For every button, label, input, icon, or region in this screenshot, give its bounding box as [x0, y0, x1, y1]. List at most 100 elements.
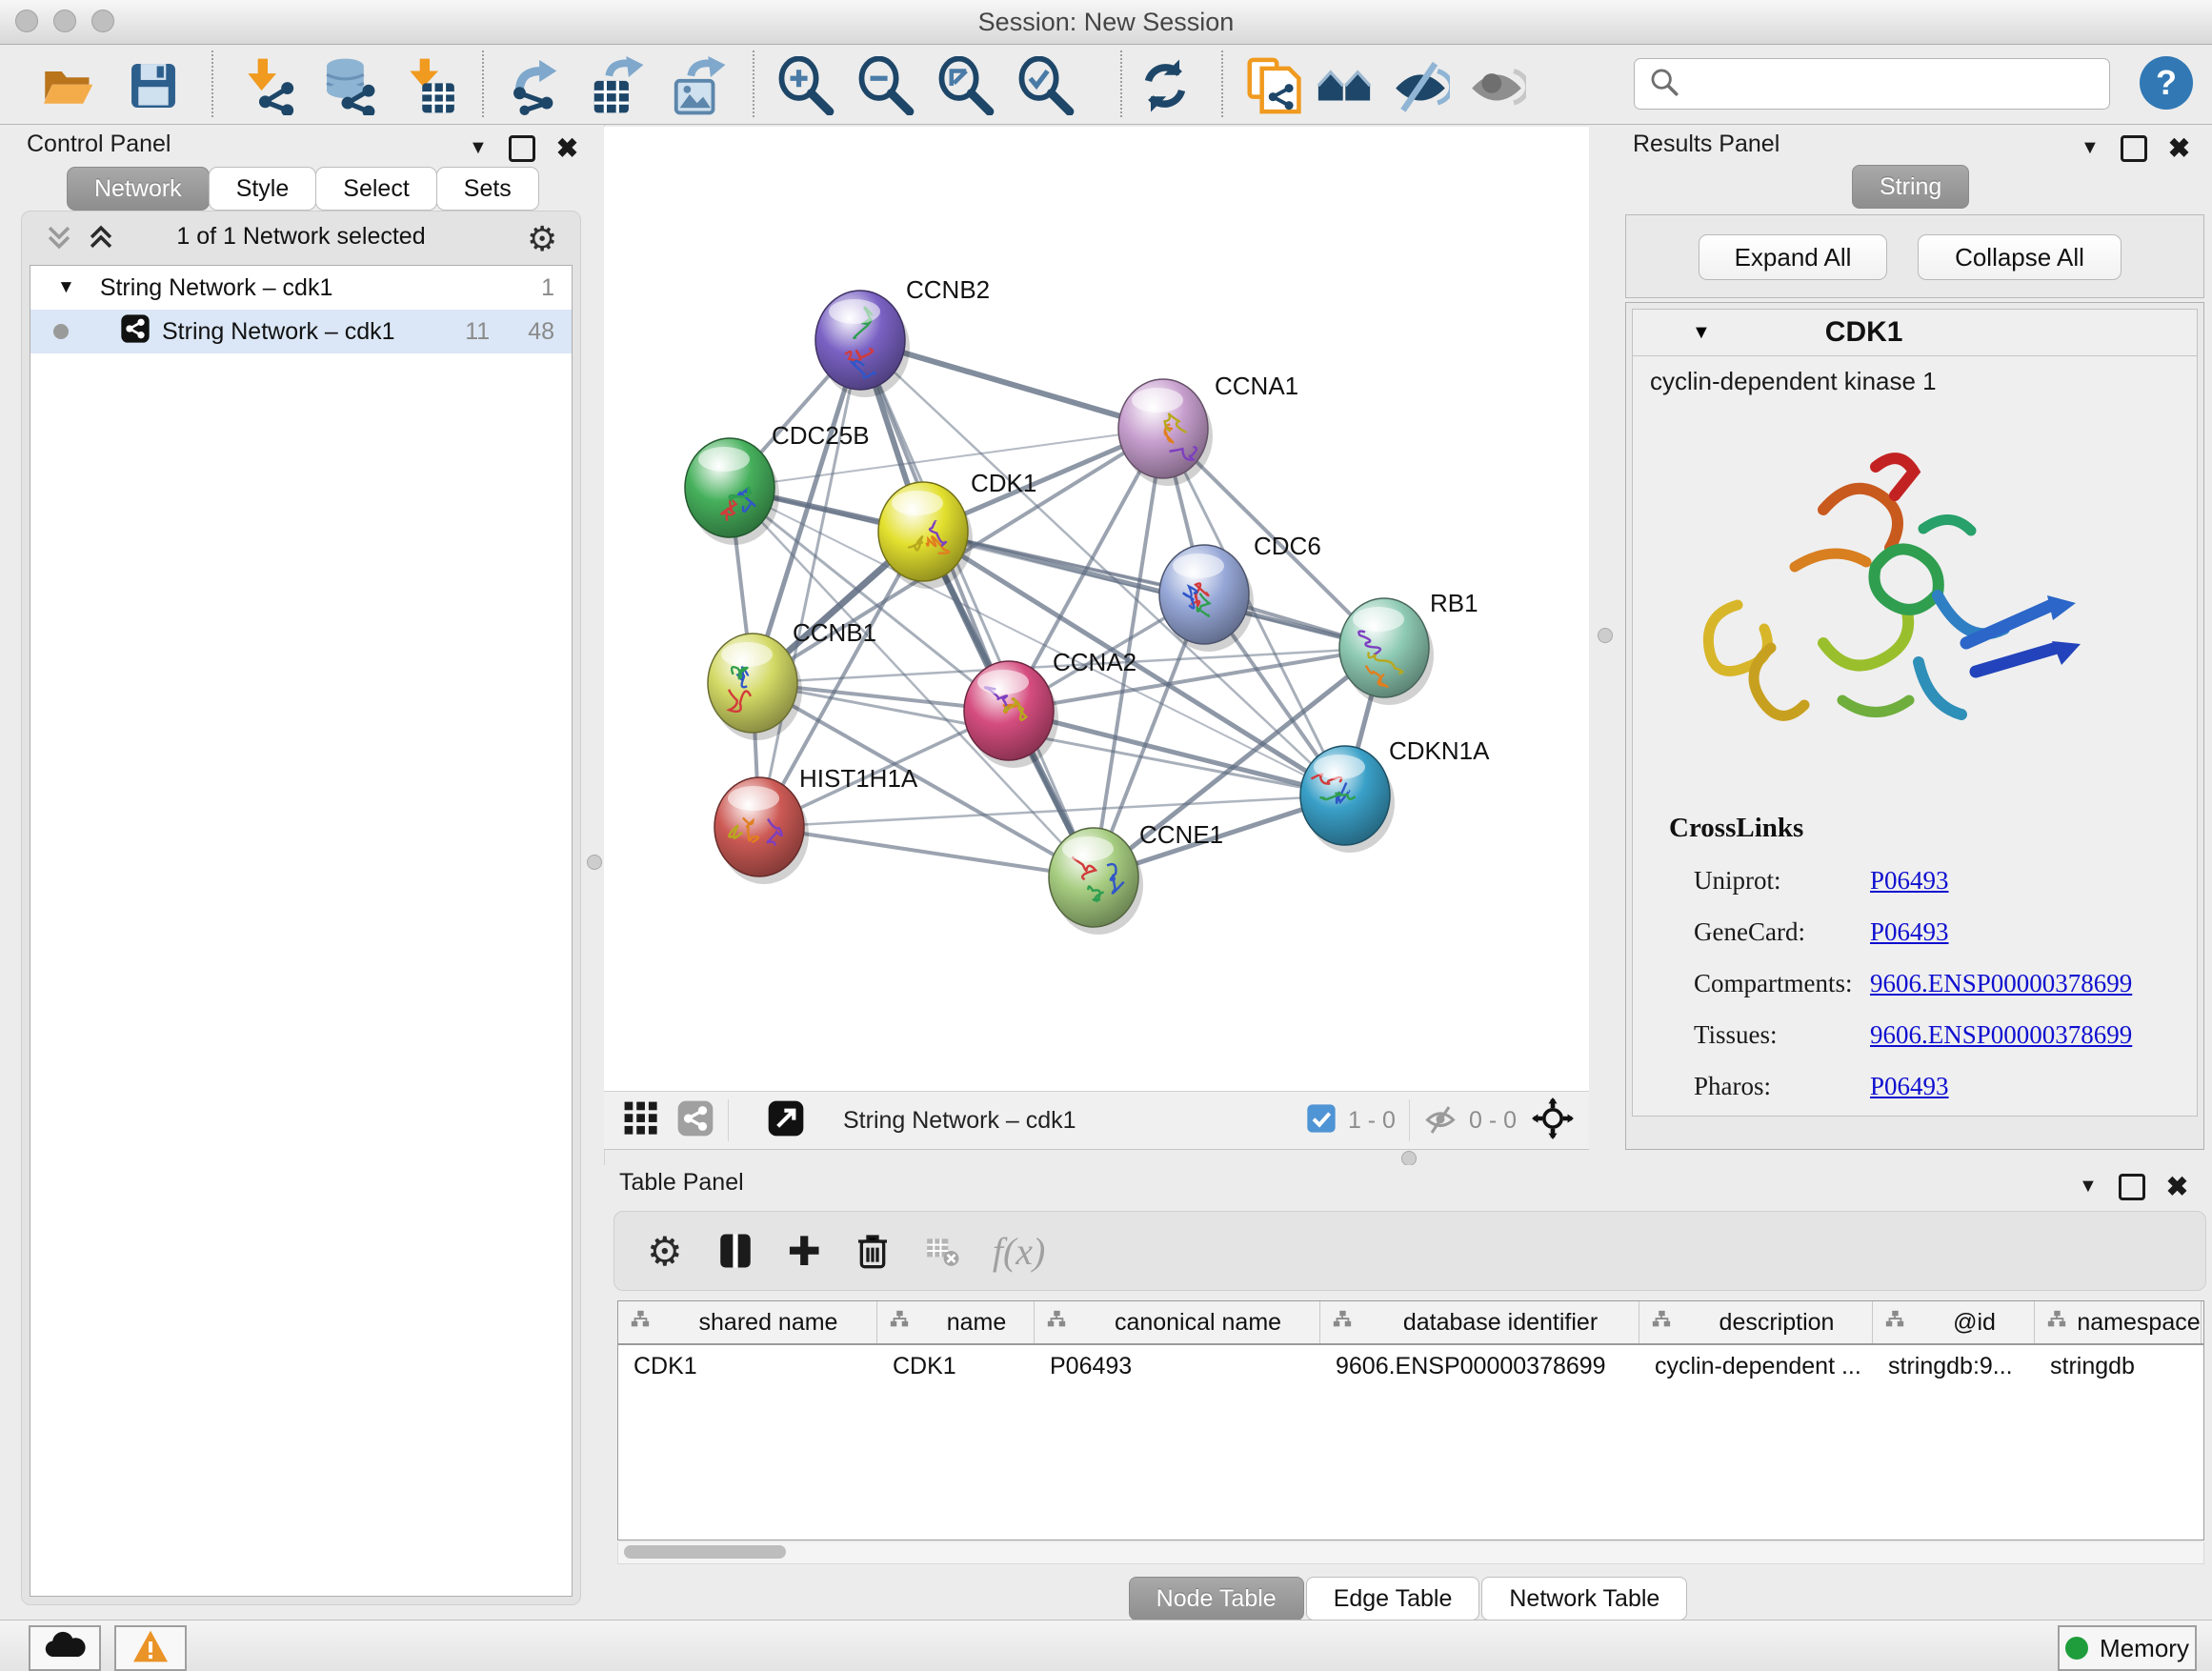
- zoom-fit-button[interactable]: [934, 54, 996, 117]
- open-session-button[interactable]: [36, 54, 99, 117]
- toolbar-divider: [1120, 50, 1122, 117]
- network-options-gear-icon[interactable]: ⚙: [527, 219, 557, 259]
- create-column-plus-icon[interactable]: ✚: [788, 1228, 821, 1275]
- column-header-database-identifier[interactable]: database identifier: [1320, 1301, 1639, 1343]
- crosslink-link[interactable]: P06493: [1870, 917, 1949, 947]
- edge-CCNB2-HIST1H1A[interactable]: [759, 340, 860, 827]
- warning-button[interactable]: [114, 1625, 187, 1671]
- close-panel-icon[interactable]: ✖: [2168, 132, 2190, 164]
- control-panel-title: Control Panel: [27, 131, 171, 158]
- delete-column-trash-icon[interactable]: [854, 1232, 892, 1270]
- function-builder-icon[interactable]: f(x): [993, 1229, 1046, 1274]
- first-neighbors-button[interactable]: [1313, 54, 1376, 117]
- table-cell[interactable]: CDK1: [618, 1345, 877, 1387]
- open-in-window-icon[interactable]: [767, 1099, 805, 1142]
- node-label-RB1: RB1: [1430, 589, 1478, 617]
- edge-CCNB2-CCNE1[interactable]: [860, 340, 1094, 877]
- show-all-button[interactable]: [1465, 54, 1528, 117]
- expand-all-button[interactable]: Expand All: [1699, 234, 1887, 280]
- collapse-all-button[interactable]: Collapse All: [1918, 234, 2122, 280]
- crosslink-label: Pharos:: [1694, 1072, 1870, 1101]
- column-header-description[interactable]: description: [1639, 1301, 1873, 1343]
- tab-network-table[interactable]: Network Table: [1481, 1577, 1687, 1621]
- node-table[interactable]: shared namenamecanonical namedatabase id…: [617, 1300, 2204, 1540]
- table-cell[interactable]: stringdb: [2035, 1345, 2202, 1387]
- memory-button[interactable]: Memory: [2058, 1625, 2197, 1671]
- crosslink-link[interactable]: P06493: [1870, 866, 1949, 896]
- column-header-canonical-name[interactable]: canonical name: [1035, 1301, 1320, 1343]
- birdseye-grid-icon[interactable]: [623, 1100, 659, 1141]
- table-cell[interactable]: 9606.ENSP00000378699: [1320, 1345, 1639, 1387]
- hide-selected-button[interactable]: [1389, 54, 1452, 117]
- crosslink-row: Compartments:9606.ENSP00000378699: [1694, 957, 2189, 1009]
- zoom-selected-button[interactable]: [1014, 54, 1076, 117]
- collection-expand-icon[interactable]: ▼: [57, 277, 75, 298]
- table-row[interactable]: CDK1CDK1P064939606.ENSP00000378699cyclin…: [618, 1345, 2203, 1387]
- apply-preferred-layout-button[interactable]: [1134, 54, 1196, 117]
- column-header-@id[interactable]: @id: [1873, 1301, 2035, 1343]
- import-table-file-button[interactable]: [398, 54, 461, 117]
- export-network-button[interactable]: [503, 54, 566, 117]
- column-header-shared-name[interactable]: shared name: [618, 1301, 877, 1343]
- save-session-button[interactable]: [122, 54, 185, 117]
- tab-string[interactable]: String: [1852, 165, 1969, 209]
- table-cell[interactable]: cyclin-dependent ...: [1639, 1345, 1873, 1387]
- import-network-file-button[interactable]: [236, 54, 299, 117]
- zoom-out-button[interactable]: [854, 54, 916, 117]
- cloud-button[interactable]: [29, 1625, 101, 1671]
- float-panel-icon[interactable]: ▼: [2081, 137, 2100, 159]
- column-header-name[interactable]: name: [877, 1301, 1035, 1343]
- export-image-button[interactable]: [667, 54, 730, 117]
- tab-style[interactable]: Style: [209, 167, 317, 211]
- network-row-selected[interactable]: String Network – cdk1 11 48: [30, 310, 572, 353]
- splitter-handle[interactable]: [1598, 628, 1613, 643]
- tab-sets[interactable]: Sets: [436, 167, 539, 211]
- network-collection-row[interactable]: ▼ String Network – cdk1 1: [30, 266, 572, 310]
- right-splitter[interactable]: [1589, 125, 1619, 1165]
- zoom-in-button[interactable]: [774, 54, 836, 117]
- table-cell[interactable]: CDK1: [877, 1345, 1035, 1387]
- crosslink-link[interactable]: P06493: [1870, 1072, 1949, 1101]
- maximize-panel-icon[interactable]: [2121, 135, 2147, 162]
- selected-checkbox-icon[interactable]: [1306, 1103, 1337, 1138]
- column-type-icon: [2046, 1309, 2067, 1337]
- search-input[interactable]: [1634, 58, 2110, 110]
- tab-network[interactable]: Network: [67, 167, 210, 211]
- string-results-scroll-area[interactable]: ▼ CDK1 cyclin-dependent kinase 1: [1625, 302, 2204, 1150]
- table-cell[interactable]: P06493: [1035, 1345, 1320, 1387]
- import-network-database-button[interactable]: [316, 54, 379, 117]
- left-splitter[interactable]: [591, 125, 605, 1611]
- network-share-icon[interactable]: [676, 1099, 714, 1142]
- delete-table-icon[interactable]: [924, 1233, 960, 1269]
- tab-node-table[interactable]: Node Table: [1129, 1577, 1304, 1621]
- crosslink-row: Pharos:P06493: [1694, 1060, 2189, 1112]
- edge-HIST1H1A-CCNE1[interactable]: [759, 827, 1094, 877]
- bottom-splitter-handle[interactable]: [1401, 1151, 1417, 1166]
- float-panel-icon[interactable]: ▼: [2079, 1176, 2098, 1198]
- gene-collapse-icon[interactable]: ▼: [1692, 322, 1711, 344]
- float-panel-icon[interactable]: ▼: [469, 137, 488, 159]
- tab-edge-table[interactable]: Edge Table: [1306, 1577, 1480, 1621]
- tab-select[interactable]: Select: [315, 167, 436, 211]
- column-header-namespace[interactable]: namespace: [2035, 1301, 2202, 1343]
- maximize-panel-icon[interactable]: [509, 135, 535, 162]
- fit-content-crosshair-icon[interactable]: [1532, 1097, 1574, 1144]
- show-columns-icon[interactable]: [715, 1231, 755, 1271]
- control-panel: Control Panel ▼ ✖ NetworkStyleSelectSets…: [13, 125, 591, 1611]
- new-network-from-selection-button[interactable]: [1240, 54, 1303, 117]
- crosslink-link[interactable]: 9606.ENSP00000378699: [1870, 969, 2132, 998]
- network-svg[interactable]: CCNB2CCNA1CDC25BCDK1CDC6RB1CCNB1CCNA2CDK…: [604, 127, 1589, 1091]
- table-settings-gear-icon[interactable]: ⚙: [647, 1228, 683, 1275]
- splitter-handle[interactable]: [587, 855, 602, 870]
- network-canvas[interactable]: CCNB2CCNA1CDC25BCDK1CDC6RB1CCNB1CCNA2CDK…: [604, 127, 1589, 1091]
- table-horizontal-scrollbar[interactable]: [617, 1542, 2204, 1564]
- maximize-panel-icon[interactable]: [2119, 1174, 2145, 1200]
- close-panel-icon[interactable]: ✖: [556, 132, 578, 164]
- crosslink-link[interactable]: 9606.ENSP00000378699: [1870, 1020, 2132, 1050]
- help-button[interactable]: ?: [2140, 56, 2193, 110]
- close-panel-icon[interactable]: ✖: [2166, 1171, 2188, 1202]
- hidden-eye-slash-icon[interactable]: [1423, 1101, 1458, 1140]
- table-cell[interactable]: stringdb:9...: [1873, 1345, 2035, 1387]
- export-table-button[interactable]: [585, 54, 648, 117]
- scrollbar-thumb[interactable]: [624, 1545, 786, 1559]
